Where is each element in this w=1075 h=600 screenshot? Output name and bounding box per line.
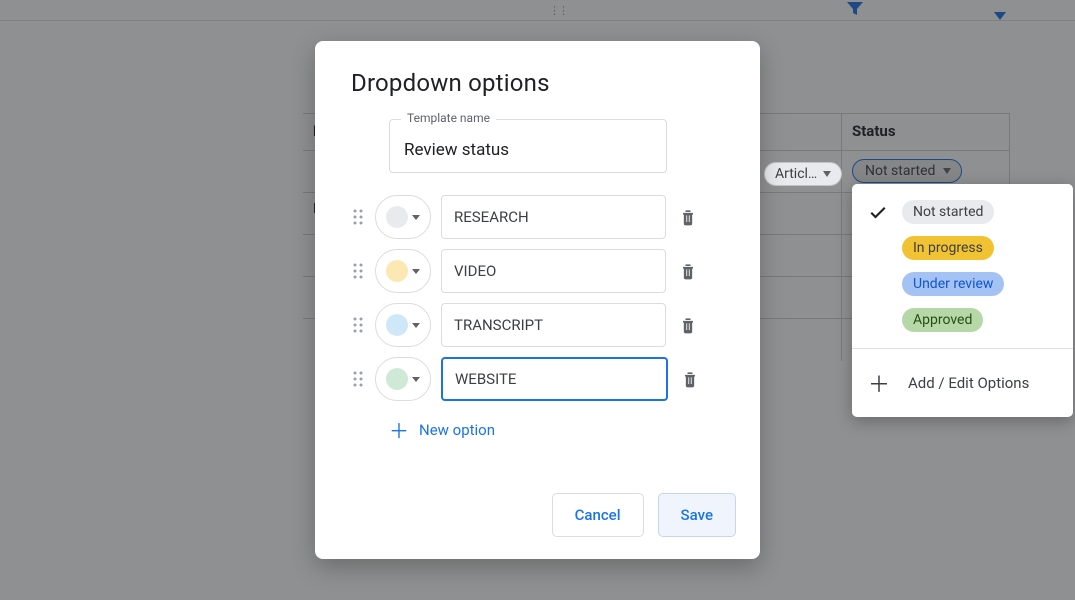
dialog-actions: Cancel Save bbox=[552, 493, 736, 537]
menu-divider bbox=[852, 348, 1073, 349]
status-menu-item[interactable]: Approved bbox=[852, 302, 1073, 338]
status-menu-item[interactable]: Not started bbox=[852, 194, 1073, 230]
drag-handle-icon[interactable] bbox=[351, 263, 365, 279]
color-swatch bbox=[386, 368, 408, 390]
add-edit-label: Add / Edit Options bbox=[908, 374, 1029, 392]
color-swatch bbox=[386, 206, 408, 228]
save-button[interactable]: Save bbox=[658, 493, 736, 537]
article-chip[interactable]: Articl… bbox=[764, 162, 842, 186]
option-label-input[interactable] bbox=[441, 249, 666, 293]
dropdown-options-dialog: Dropdown options Template name ＋ New opt… bbox=[315, 41, 760, 559]
status-pill: In progress bbox=[902, 236, 994, 260]
template-name-label: Template name bbox=[401, 111, 496, 125]
option-row bbox=[351, 357, 724, 401]
article-chip-label: Articl… bbox=[775, 166, 817, 182]
new-option-label: New option bbox=[419, 421, 495, 439]
add-edit-options-button[interactable]: ＋ Add / Edit Options bbox=[852, 359, 1073, 407]
color-picker-button[interactable] bbox=[375, 249, 431, 293]
check-icon bbox=[868, 202, 890, 222]
status-pill: Approved bbox=[902, 308, 983, 332]
color-picker-button[interactable] bbox=[375, 303, 431, 347]
color-swatch bbox=[386, 260, 408, 282]
new-option-button[interactable]: ＋ New option bbox=[389, 415, 724, 444]
option-row bbox=[351, 249, 724, 293]
drag-handle-icon[interactable] bbox=[351, 317, 365, 333]
option-row bbox=[351, 195, 724, 239]
status-dropdown-menu: Not started In progress Under review Approv… bbox=[852, 184, 1073, 417]
status-menu-item[interactable]: In progress bbox=[852, 230, 1073, 266]
status-pill: Under review bbox=[902, 272, 1004, 296]
template-name-field: Template name bbox=[389, 119, 667, 173]
chevron-down-icon bbox=[823, 171, 831, 177]
dialog-title: Dropdown options bbox=[351, 69, 724, 97]
plus-icon: ＋ bbox=[868, 367, 890, 399]
status-menu-item[interactable]: Under review bbox=[852, 266, 1073, 302]
cancel-button[interactable]: Cancel bbox=[552, 493, 644, 537]
color-swatch bbox=[386, 314, 408, 336]
status-pill: Not started bbox=[902, 200, 994, 224]
option-label-input[interactable] bbox=[441, 357, 668, 401]
delete-option-button[interactable] bbox=[678, 367, 702, 391]
drag-handle-icon[interactable] bbox=[351, 209, 365, 225]
color-picker-button[interactable] bbox=[375, 357, 431, 401]
option-label-input[interactable] bbox=[441, 303, 666, 347]
plus-icon: ＋ bbox=[389, 415, 409, 444]
drag-handle-icon[interactable] bbox=[351, 371, 365, 387]
delete-option-button[interactable] bbox=[676, 313, 700, 337]
color-picker-button[interactable] bbox=[375, 195, 431, 239]
option-label-input[interactable] bbox=[441, 195, 666, 239]
delete-option-button[interactable] bbox=[676, 259, 700, 283]
delete-option-button[interactable] bbox=[676, 205, 700, 229]
option-row bbox=[351, 303, 724, 347]
template-name-input[interactable] bbox=[389, 119, 667, 173]
